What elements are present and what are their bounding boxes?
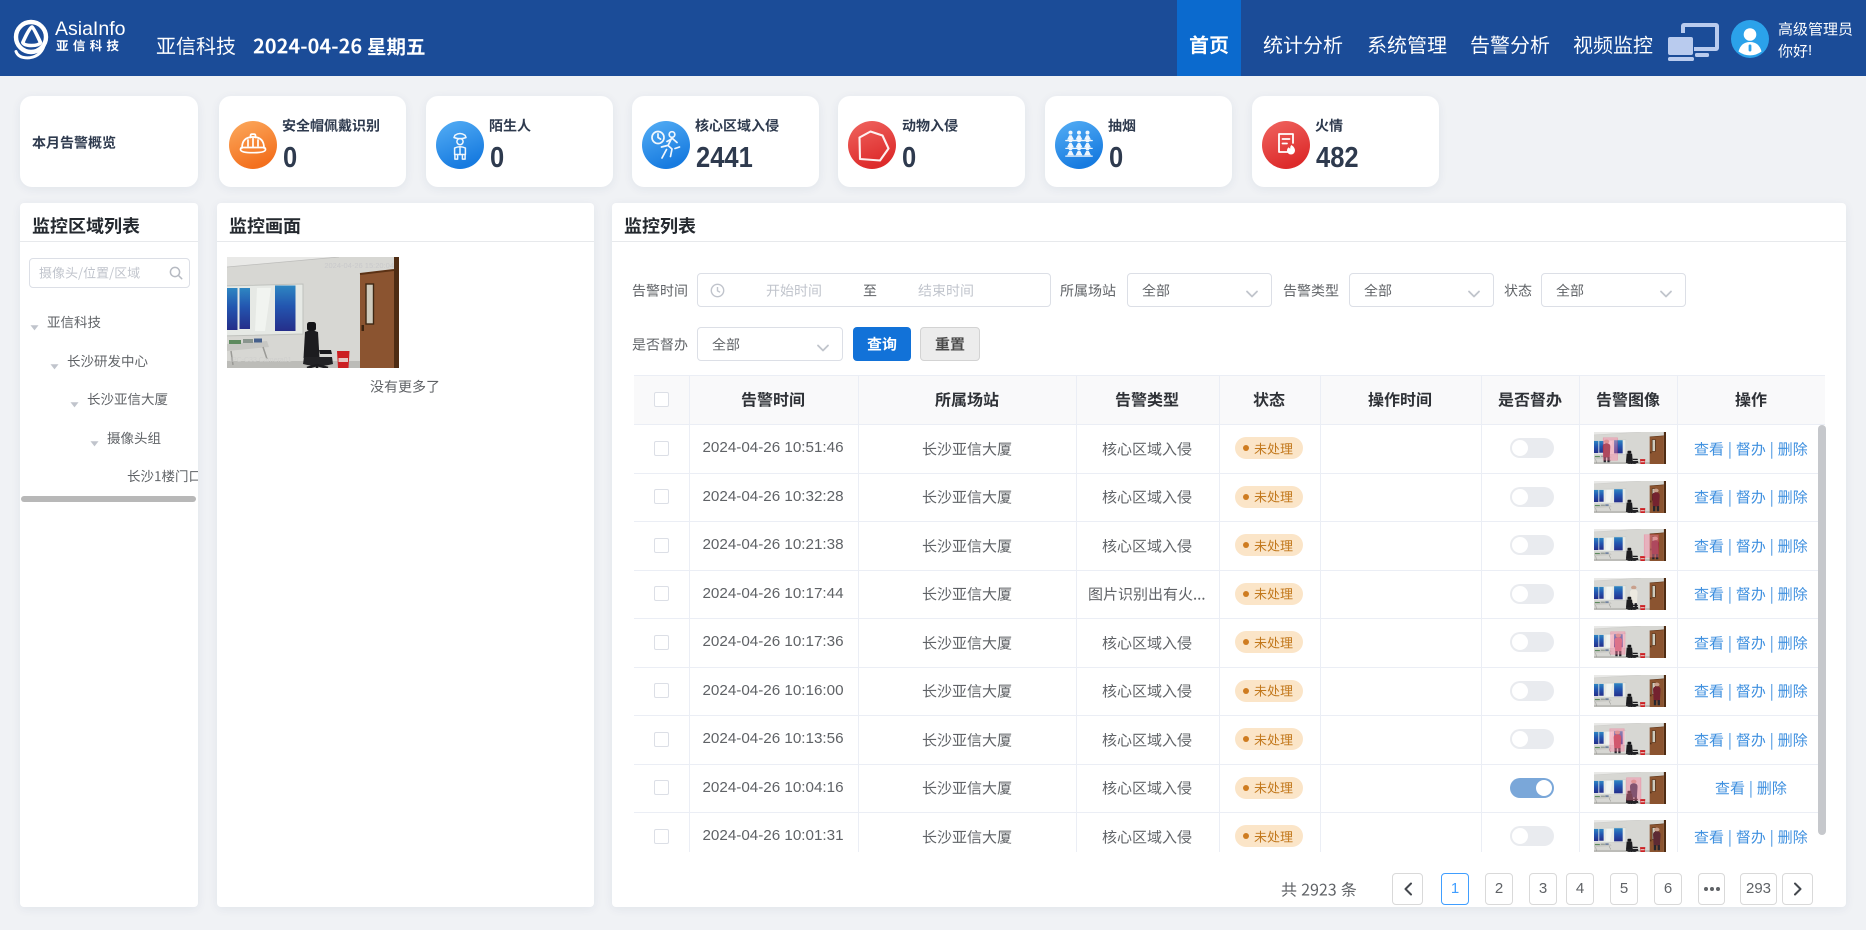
svg-text:IPC-C33 Camera01: IPC-C33 Camera01 [230, 357, 292, 364]
svg-text:2024-04-26 15:20:04: 2024-04-26 15:20:04 [324, 261, 394, 270]
